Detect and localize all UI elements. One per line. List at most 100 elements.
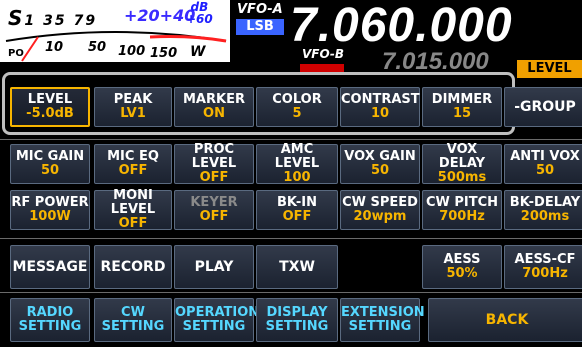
proc-level-button[interactable]: PROC LEVEL OFF [174, 142, 254, 185]
level-button[interactable]: LEVEL -5.0dB [10, 87, 90, 127]
rf-power-value: 100W [29, 209, 71, 224]
keyer-value: OFF [199, 209, 229, 224]
aess-cf-value: 700Hz [522, 266, 568, 281]
vfo-b-label: VFO-B [302, 47, 345, 61]
dimmer-button[interactable]: DIMMER 15 [422, 87, 502, 127]
record-label: RECORD [100, 259, 166, 275]
divider [0, 292, 582, 293]
vox-gain-button[interactable]: VOX GAIN 50 [340, 144, 420, 184]
aess-label: AESS [443, 252, 481, 267]
back-label: BACK [485, 312, 529, 328]
amc-level-label: AMC LEVEL [274, 142, 320, 171]
amc-level-value: 100 [283, 170, 311, 185]
rf-power-button[interactable]: RF POWER 100W [10, 190, 90, 230]
operation-setting-sublabel: SETTING [182, 319, 246, 334]
play-button[interactable]: PLAY [174, 245, 254, 289]
extension-setting-sublabel: SETTING [348, 319, 412, 334]
plus-scale: +20+40 [124, 6, 196, 25]
extension-setting-label: EXTENSION [341, 305, 425, 320]
aess-cf-button[interactable]: AESS-CF 700Hz [504, 245, 582, 289]
vox-delay-value: 500ms [437, 170, 487, 185]
vox-gain-value: 50 [370, 163, 390, 178]
watt-label: W [190, 44, 206, 60]
vfo-a-block[interactable]: VFO-A LSB [232, 2, 287, 42]
contrast-value: 10 [370, 106, 390, 121]
moni-level-value: OFF [118, 216, 148, 231]
amc-level-button[interactable]: AMC LEVEL 100 [256, 142, 338, 185]
contrast-button[interactable]: CONTRAST 10 [340, 87, 420, 127]
mic-eq-value: OFF [118, 163, 148, 178]
peak-label: PEAK [113, 92, 153, 107]
cw-pitch-button[interactable]: CW PITCH 700Hz [422, 190, 502, 230]
mic-eq-button[interactable]: MIC EQ OFF [94, 144, 172, 184]
mic-eq-label: MIC EQ [107, 149, 159, 164]
aess-value: 50% [446, 266, 478, 281]
level-tag: LEVEL [517, 60, 582, 78]
cw-setting-button[interactable]: CW SETTING [94, 298, 172, 342]
vox-delay-button[interactable]: VOX DELAY 500ms [422, 142, 502, 185]
db-label: dB +60 [186, 0, 213, 26]
mic-gain-value: 50 [40, 163, 60, 178]
bk-in-value: OFF [282, 209, 312, 224]
cw-pitch-value: 700Hz [439, 209, 485, 224]
dimmer-label: DIMMER [431, 92, 493, 107]
color-label: COLOR [272, 92, 322, 107]
level-value: -5.0dB [26, 106, 74, 121]
cw-speed-value: 20wpm [353, 209, 407, 224]
cw-pitch-label: CW PITCH [425, 195, 499, 210]
s-meter: S1 35 79 +20+40 dB +60 10 50 100 150 PO W [0, 0, 230, 62]
bk-in-button[interactable]: BK-IN OFF [256, 190, 338, 230]
extension-setting-button[interactable]: EXTENSION SETTING [340, 298, 425, 342]
anti-vox-button[interactable]: ANTI VOX 50 [504, 144, 582, 184]
group-label: -GROUP [514, 99, 576, 115]
message-label: MESSAGE [12, 259, 88, 275]
cw-speed-button[interactable]: CW SPEED 20wpm [340, 190, 420, 230]
cw-speed-label: CW SPEED [342, 195, 418, 210]
bk-in-label: BK-IN [277, 195, 317, 210]
bk-delay-button[interactable]: BK-DELAY 200ms [504, 190, 582, 230]
operation-setting-button[interactable]: OPERATION SETTING [174, 298, 260, 342]
proc-level-label: PROC LEVEL [191, 142, 237, 171]
peak-button[interactable]: PEAK LV1 [94, 87, 172, 127]
color-value: 5 [292, 106, 302, 121]
color-button[interactable]: COLOR 5 [256, 87, 338, 127]
moni-level-label: MONI LEVEL [110, 188, 156, 217]
cw-setting-label: CW [121, 305, 145, 320]
mode-badge[interactable]: LSB [236, 19, 284, 35]
vfo-a-frequency[interactable]: 7.060.000 [290, 0, 513, 53]
aess-button[interactable]: AESS 50% [422, 245, 502, 289]
txw-button[interactable]: TXW [256, 245, 338, 289]
radio-setting-button[interactable]: RADIO SETTING [10, 298, 90, 342]
vox-delay-label: VOX DELAY [438, 142, 486, 171]
mic-gain-button[interactable]: MIC GAIN 50 [10, 144, 90, 184]
operation-setting-label: OPERATION [175, 305, 260, 320]
group-button[interactable]: -GROUP [504, 87, 582, 127]
po-scale-10: 10 [45, 40, 63, 55]
cw-setting-sublabel: SETTING [101, 319, 165, 334]
radio-setting-label: RADIO [26, 305, 74, 320]
contrast-label: CONTRAST [341, 92, 420, 107]
po-scale-50: 50 [88, 40, 106, 55]
marker-button[interactable]: MARKER ON [174, 87, 254, 127]
radio-screen: S1 35 79 +20+40 dB +60 10 50 100 150 PO W… [0, 0, 582, 347]
keyer-button[interactable]: KEYER OFF [174, 190, 254, 230]
txw-label: TXW [279, 259, 315, 275]
rf-power-label: RF POWER [11, 195, 89, 210]
bk-delay-label: BK-DELAY [509, 195, 581, 210]
display-setting-button[interactable]: DISPLAY SETTING [256, 298, 338, 342]
back-button[interactable]: BACK [428, 298, 582, 342]
keyer-label: KEYER [190, 195, 238, 210]
moni-level-button[interactable]: MONI LEVEL OFF [94, 188, 172, 231]
record-button[interactable]: RECORD [94, 245, 172, 289]
peak-value: LV1 [120, 106, 146, 121]
message-button[interactable]: MESSAGE [10, 245, 90, 289]
mic-gain-label: MIC GAIN [15, 149, 85, 164]
radio-setting-sublabel: SETTING [18, 319, 82, 334]
anti-vox-label: ANTI VOX [510, 149, 580, 164]
meter-needle [21, 36, 39, 62]
level-label: LEVEL [27, 92, 73, 107]
vox-gain-label: VOX GAIN [344, 149, 416, 164]
marker-label: MARKER [183, 92, 245, 107]
po-scale-150: 150 [150, 46, 177, 61]
anti-vox-value: 50 [535, 163, 555, 178]
